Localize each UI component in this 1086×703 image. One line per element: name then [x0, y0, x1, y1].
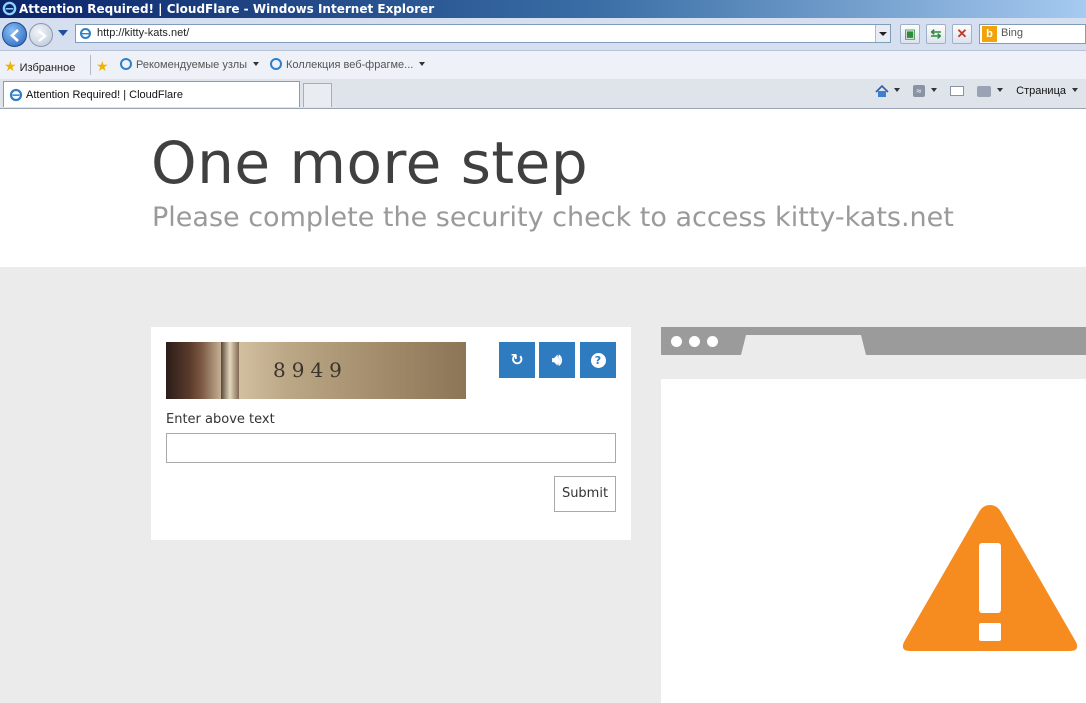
refresh-icon: ↻ — [510, 350, 524, 369]
window-titlebar: Attention Required! | CloudFlare - Windo… — [0, 0, 1086, 18]
tab-bar: Attention Required! | CloudFlare ≈ Стран… — [0, 79, 1086, 109]
window-dot-icon — [707, 336, 718, 347]
browser-illustration-toolbar — [661, 327, 1086, 355]
favorites-separator — [90, 55, 91, 75]
submit-button[interactable]: Submit — [554, 476, 616, 512]
favorites-item-suggested-sites[interactable]: Рекомендуемые узлы — [120, 58, 260, 71]
add-favorite-icon: ★ — [96, 58, 109, 74]
add-to-favorites-bar-button[interactable]: ★ — [96, 58, 109, 75]
page-menu-label: Страница — [1016, 85, 1066, 98]
page-subtitle: Please complete the security check to ac… — [152, 202, 954, 233]
compatibility-icon: ▣ — [903, 26, 917, 41]
browser-illustration-body — [661, 379, 1086, 703]
refresh-button[interactable]: ⇆ — [926, 24, 946, 44]
challenge-section: 8949 ↻ 🔊︎ ? Enter above text Submit — [0, 267, 1086, 703]
captcha-image-text: 8949 — [273, 358, 348, 382]
favorites-item-label: Коллекция веб-фрагме... — [286, 59, 414, 71]
captcha-label: Enter above text — [166, 412, 275, 427]
refresh-icon: ⇆ — [930, 26, 942, 41]
address-bar[interactable]: http://kitty-kats.net/ — [75, 24, 891, 43]
address-toolbar: http://kitty-kats.net/ ▣ ⇆ ✕ b Bing — [0, 18, 1086, 51]
search-placeholder[interactable]: Bing — [1001, 27, 1023, 39]
chevron-down-icon — [253, 62, 260, 66]
help-icon: ? — [590, 353, 606, 368]
page-title: One more step — [151, 129, 589, 197]
home-button[interactable] — [875, 84, 889, 98]
address-dropdown-button[interactable] — [875, 25, 890, 42]
address-url[interactable]: http://kitty-kats.net/ — [97, 27, 189, 39]
bing-icon: b — [982, 26, 997, 42]
favorites-star-icon: ★ — [4, 58, 17, 74]
page-content: One more step Please complete the securi… — [0, 109, 1086, 703]
chevron-down-icon — [419, 62, 426, 66]
forward-button[interactable] — [29, 23, 53, 47]
tab-cloudflare[interactable]: Attention Required! | CloudFlare — [3, 81, 300, 107]
back-button[interactable] — [2, 22, 27, 47]
favorites-bar: ★ Избранное ★ Рекомендуемые узлы Коллекц… — [0, 51, 1086, 79]
favorites-item-label: Рекомендуемые узлы — [136, 59, 248, 71]
audio-icon: 🔊︎ — [551, 350, 563, 369]
captcha-refresh-button[interactable]: ↻ — [499, 342, 535, 378]
ie-logo-icon — [2, 1, 17, 16]
page-header: One more step Please complete the securi… — [0, 109, 1086, 267]
favorites-label: Избранное — [19, 62, 76, 74]
page-ie-icon — [80, 28, 91, 39]
window-dot-icon — [689, 336, 700, 347]
forward-icon — [38, 30, 47, 42]
ie-page-icon — [270, 58, 282, 70]
captcha-card: 8949 ↻ 🔊︎ ? Enter above text Submit — [151, 327, 631, 540]
search-box[interactable]: b Bing — [979, 24, 1086, 44]
chevron-down-icon[interactable] — [893, 88, 900, 92]
ie-logo-icon — [9, 88, 23, 102]
recent-pages-dropdown[interactable] — [58, 30, 68, 36]
favorites-button[interactable]: ★ Избранное — [4, 58, 75, 75]
stop-button[interactable]: ✕ — [952, 24, 972, 44]
chevron-down-icon — [1072, 88, 1078, 93]
chevron-down-icon[interactable] — [997, 88, 1004, 92]
chevron-down-icon[interactable] — [930, 88, 937, 92]
captcha-image: 8949 — [166, 342, 466, 399]
new-tab-button[interactable] — [303, 83, 332, 107]
captcha-image-edge — [221, 342, 239, 399]
captcha-help-button[interactable]: ? — [580, 342, 616, 378]
command-bar: ≈ Страница — [865, 84, 1078, 98]
favorites-item-web-slice-gallery[interactable]: Коллекция веб-фрагме... — [270, 58, 426, 71]
window-dot-icon — [671, 336, 682, 347]
back-icon — [10, 29, 19, 42]
stop-icon: ✕ — [956, 26, 968, 41]
warning-icon — [902, 505, 1078, 651]
page-menu[interactable]: Страница — [1016, 85, 1078, 97]
home-icon — [875, 84, 889, 98]
compatibility-view-button[interactable]: ▣ — [900, 24, 920, 44]
print-icon[interactable] — [977, 85, 992, 97]
captcha-audio-button[interactable]: 🔊︎ — [539, 342, 575, 378]
feeds-icon[interactable]: ≈ — [912, 85, 925, 98]
read-mail-icon[interactable] — [950, 86, 965, 97]
captcha-input[interactable] — [166, 433, 616, 463]
browser-illustration — [661, 327, 1086, 703]
window-title: Attention Required! | CloudFlare - Windo… — [19, 2, 435, 16]
ie-page-icon — [120, 58, 132, 70]
tab-label: Attention Required! | CloudFlare — [26, 89, 183, 101]
browser-illustration-tab — [741, 335, 866, 355]
